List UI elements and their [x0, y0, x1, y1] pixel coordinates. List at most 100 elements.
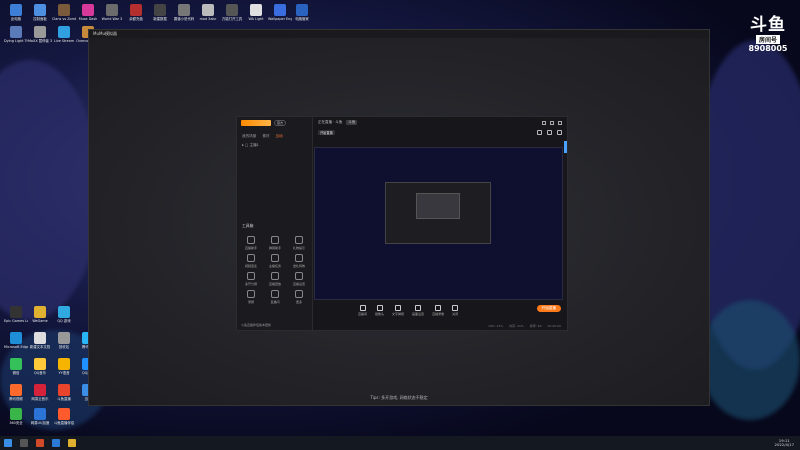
sidebar-tabs: 我的场景 素材 互动: [237, 128, 312, 139]
desktop-icon[interactable]: World War 3: [100, 4, 124, 32]
desktop-icon[interactable]: mod 3abc: [196, 4, 220, 32]
desktop-icon[interactable]: MaXX 暂停者 3: [28, 26, 52, 54]
share-icon[interactable]: [557, 130, 562, 135]
app-topbar: 正在直播 · 斗鱼 斗鱼: [313, 117, 567, 128]
start-icon[interactable]: [4, 439, 12, 447]
tab-scenes[interactable]: 我的场景: [242, 134, 256, 139]
tool-item[interactable]: 视频连麦: [239, 254, 263, 268]
tool-item[interactable]: 弹幕助手: [263, 236, 287, 250]
brand-tag: 官方: [274, 119, 287, 126]
app-sidebar: 官方 我的场景 素材 互动 ▸ □ 主播1 工具箱 直播助手 弹幕助手 礼物提示 视频…: [237, 117, 313, 330]
browser-icon[interactable]: [52, 439, 60, 447]
minimize-icon[interactable]: [542, 120, 546, 125]
desktop-icon[interactable]: 电脑管家: [290, 4, 314, 32]
app-subbar: 开始直播: [313, 128, 567, 137]
tool-label: 弹幕助手: [268, 246, 281, 250]
desktop-icon[interactable]: 回收站: [52, 332, 76, 360]
close-icon[interactable]: [558, 120, 562, 125]
clock[interactable]: 19:11 2022/4/17: [775, 439, 794, 447]
tool-item[interactable]: 主播任务: [263, 254, 287, 268]
tool-item[interactable]: 送礼特效: [287, 254, 311, 268]
app-icon: [178, 4, 190, 16]
desktop-icon[interactable]: QQ 游戏: [52, 306, 76, 334]
scene-item[interactable]: ▸ □ 主播1: [237, 139, 312, 152]
app-icon: [10, 358, 22, 370]
desktop-icon[interactable]: 网易UU加速: [28, 408, 52, 436]
folder-icon[interactable]: [68, 439, 76, 447]
tab-interact[interactable]: 互动: [276, 134, 283, 139]
scrollbar[interactable]: [564, 141, 567, 153]
control-label: 摄像头: [375, 311, 385, 316]
desktop-icon[interactable]: QQ音乐: [28, 358, 52, 386]
tool-item[interactable]: 更多: [287, 290, 311, 304]
tool-icon: [295, 236, 303, 244]
tool-item[interactable]: 直播回放: [263, 272, 287, 286]
desktop-icon-label: WeGame: [32, 319, 48, 323]
app-icon: [154, 4, 166, 16]
desktop-icon[interactable]: WeGame: [28, 306, 52, 334]
tool-label: 礼物提示: [292, 246, 305, 250]
control-button[interactable]: 直播间: [358, 304, 367, 316]
control-button[interactable]: 关闭: [452, 304, 458, 316]
desktop-icon[interactable]: 余额充值: [124, 4, 148, 32]
desktop-icon[interactable]: 新建数据: [148, 4, 172, 32]
sidebar-footer[interactable]: 斗鱼直播伴侣版本更新: [241, 323, 271, 327]
layout-icon[interactable]: [547, 130, 552, 135]
room-number: 8908005: [748, 44, 788, 53]
desktop-icon[interactable]: 万能打开工具: [220, 4, 244, 32]
tool-label: 多开分屏: [244, 282, 257, 286]
app-icon: [34, 332, 46, 344]
desktop-icon-label: WA Light: [248, 17, 264, 21]
app-icon[interactable]: [36, 439, 44, 447]
desktop-icon[interactable]: 新建文本文档: [28, 332, 52, 360]
control-button[interactable]: 画面设置: [412, 304, 424, 316]
search-icon[interactable]: [20, 439, 28, 447]
settings-icon[interactable]: [537, 130, 542, 135]
app-icon: [130, 4, 142, 16]
desktop-icon[interactable]: Wallpaper Engine: [268, 4, 292, 32]
desktop-icon[interactable]: 360安全: [4, 408, 28, 436]
desktop-icon-label: Live Stream: [53, 39, 75, 43]
desktop-icon[interactable]: Dying Light The Follow: [4, 26, 28, 54]
tool-item[interactable]: 直播设置: [287, 272, 311, 286]
tool-item[interactable]: 录屏: [239, 290, 263, 304]
tool-icon: [271, 272, 279, 280]
tool-icon: [247, 236, 255, 244]
desktop-icon[interactable]: 斗鱼直播伴侣: [52, 408, 76, 436]
desktop-icon[interactable]: WA Light: [244, 4, 268, 32]
streaming-app: 官方 我的场景 素材 互动 ▸ □ 主播1 工具箱 直播助手 弹幕助手 礼物提示 视频…: [236, 116, 568, 331]
desktop-icon[interactable]: Microsoft Edge: [4, 332, 28, 360]
go-live-button[interactable]: 开始直播: [536, 305, 561, 312]
tool-item[interactable]: 礼物提示: [287, 236, 311, 250]
desktop-icon[interactable]: Epic Games Launcher: [4, 306, 28, 334]
desktop-icon[interactable]: 微信: [4, 358, 28, 386]
app-icon: [10, 306, 22, 318]
control-button[interactable]: 摄像头: [375, 304, 385, 316]
platform-tag[interactable]: 斗鱼: [346, 120, 358, 125]
bottom-controls: 直播间 摄像头 文字弹幕 画面设置 直播录像 关闭: [313, 300, 567, 320]
tool-item[interactable]: 多开分屏: [239, 272, 263, 286]
tool-item[interactable]: 直播间: [263, 290, 287, 304]
stream-preview[interactable]: [314, 147, 563, 300]
desktop-icon[interactable]: Live Stream: [52, 26, 76, 54]
tab-materials[interactable]: 素材: [262, 134, 269, 139]
control-button[interactable]: 文字弹幕: [392, 304, 404, 316]
tool-icon: [295, 290, 303, 298]
desktop-icon-label: Muse Dash: [78, 17, 98, 21]
tool-label: 更多: [295, 300, 302, 304]
nested-preview: [385, 182, 491, 244]
desktop-icon-label: Clans vs Zombies: [52, 17, 76, 21]
desktop-icon[interactable]: 霸道小说代码: [172, 4, 196, 32]
tool-label: 送礼特效: [292, 264, 305, 268]
start-button[interactable]: 开始直播: [318, 130, 335, 135]
maximize-icon[interactable]: [550, 120, 554, 125]
desktop-icon-label: MaXX 暂停者 3: [28, 39, 52, 43]
desktop-icon[interactable]: YY语音: [52, 358, 76, 386]
control-icon: [359, 304, 366, 311]
desktop-icon-label: 斗鱼直播伴侣: [53, 421, 75, 425]
app-icon: [10, 384, 22, 396]
tool-item[interactable]: 直播助手: [239, 236, 263, 250]
window-titlebar[interactable]: MuMu模拟器: [89, 30, 709, 38]
control-button[interactable]: 直播录像: [432, 304, 444, 316]
status-item: 帧率: 60: [529, 323, 542, 328]
